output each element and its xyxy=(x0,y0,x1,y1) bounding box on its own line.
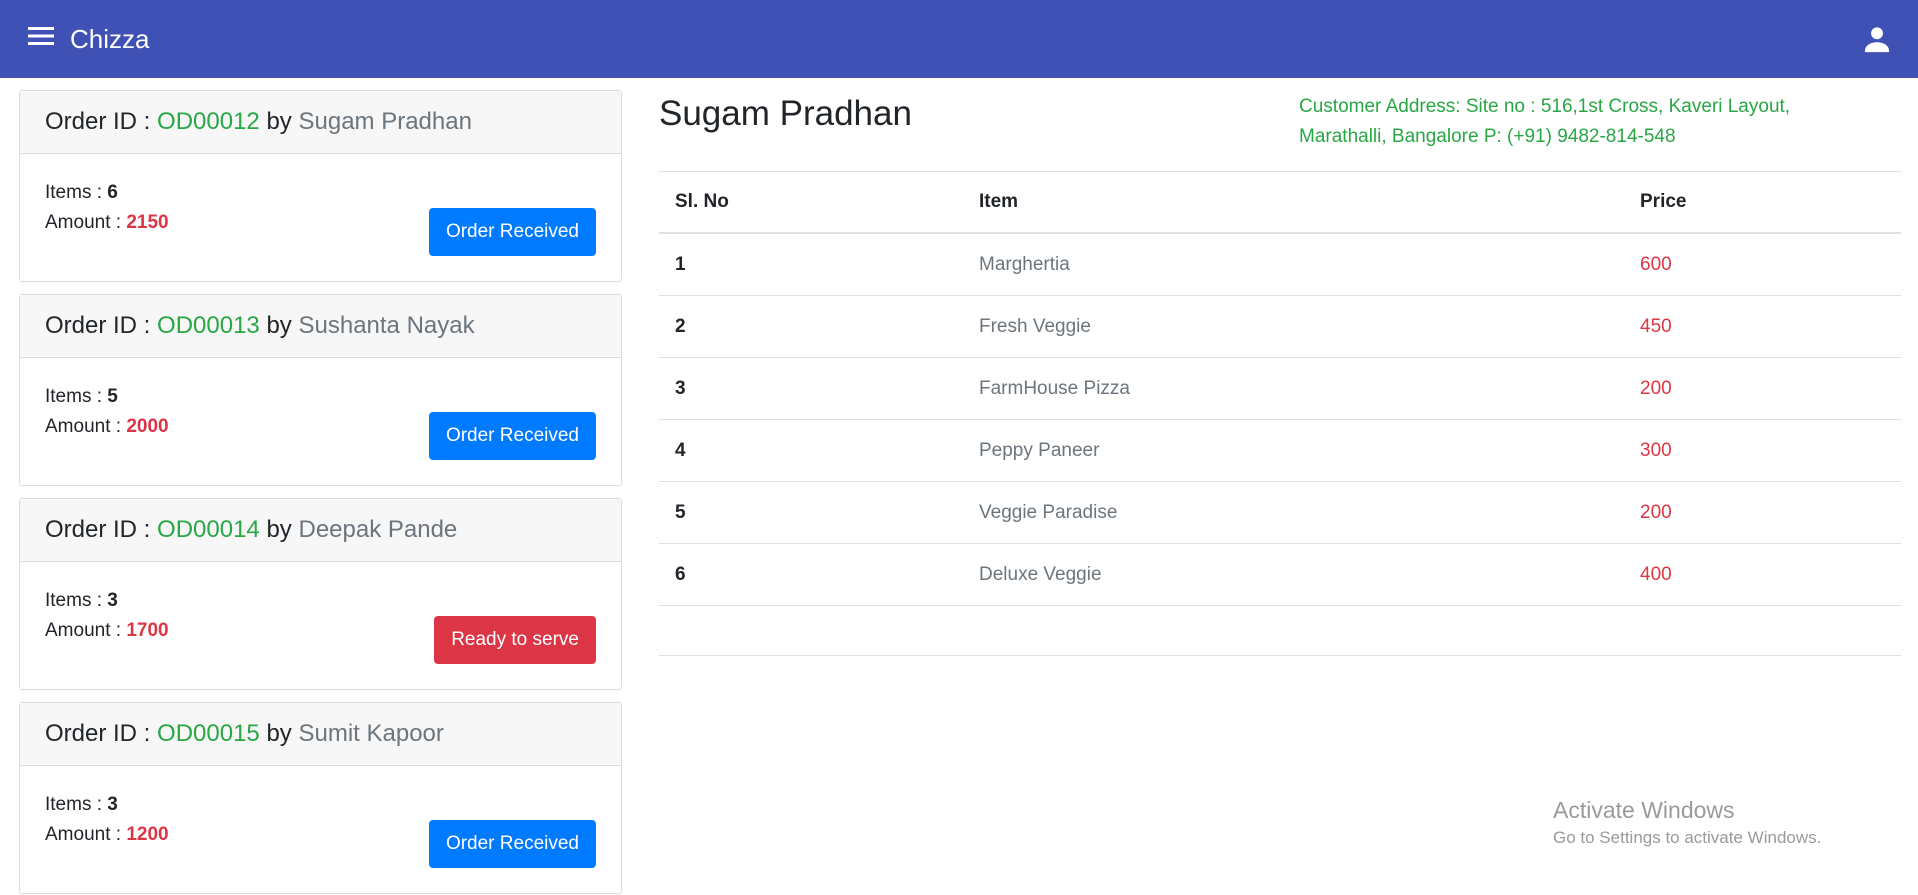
order-card-header: Order ID : OD00015 by Sumit Kapoor xyxy=(20,703,621,766)
watermark-subtitle: Go to Settings to activate Windows. xyxy=(1553,828,1822,847)
order-id: OD00012 xyxy=(157,108,260,135)
order-customer: Deepak Pande xyxy=(298,516,458,543)
order-by-label: by xyxy=(266,516,292,543)
order-card[interactable]: Order ID : OD00014 by Deepak Pande Items… xyxy=(19,498,622,690)
order-amount: Amount : 1200 xyxy=(45,824,169,846)
order-status-button[interactable]: Order Received xyxy=(428,820,596,868)
order-items: Items : 6 xyxy=(45,182,118,204)
order-status-button[interactable]: Order Received xyxy=(428,208,596,256)
menu-icon xyxy=(28,27,54,45)
order-id-label: Order ID : xyxy=(45,720,151,747)
items-label: Items : xyxy=(45,590,108,611)
order-card[interactable]: Order ID : OD00012 by Sugam Pradhan Item… xyxy=(19,90,622,282)
amount-value: 1200 xyxy=(126,824,169,845)
items-label: Items : xyxy=(45,794,108,815)
table-row: 2 Fresh Veggie 450 xyxy=(659,296,1901,358)
order-card-header: Order ID : OD00013 by Sushanta Nayak xyxy=(20,295,621,358)
cell-sl-no: 2 xyxy=(675,315,686,337)
cell-sl-no: 1 xyxy=(675,253,686,275)
order-by-label: by xyxy=(266,720,292,747)
column-header-price: Price xyxy=(1640,191,1687,212)
order-id: OD00014 xyxy=(157,516,260,543)
order-id-label: Order ID : xyxy=(45,108,151,135)
order-items-table: Sl. No Item Price 1 Marghertia 600 2 Fre… xyxy=(659,171,1901,656)
items-count: 5 xyxy=(107,386,118,407)
cell-price: 300 xyxy=(1640,439,1672,461)
amount-label: Amount : xyxy=(45,416,127,437)
cell-price: 200 xyxy=(1640,501,1672,523)
menu-button[interactable] xyxy=(28,26,62,52)
cell-sl-no: 6 xyxy=(675,563,686,585)
order-customer: Sumit Kapoor xyxy=(298,720,444,747)
cell-item: Deluxe Veggie xyxy=(979,563,1102,585)
order-card[interactable]: Order ID : OD00013 by Sushanta Nayak Ite… xyxy=(19,294,622,486)
items-label: Items : xyxy=(45,182,108,203)
table-header-row: Sl. No Item Price xyxy=(659,172,1901,234)
order-amount: Amount : 2000 xyxy=(45,416,169,438)
order-card-body: Items : 5 Amount : 2000 Order Received xyxy=(20,358,621,486)
order-amount: Amount : 2150 xyxy=(45,212,169,234)
amount-label: Amount : xyxy=(45,620,127,641)
table-row: 6 Deluxe Veggie 400 xyxy=(659,544,1901,606)
cell-item: Marghertia xyxy=(979,253,1070,275)
order-id: OD00015 xyxy=(157,720,260,747)
app-title: Chizza xyxy=(70,24,150,54)
order-customer: Sushanta Nayak xyxy=(298,312,475,339)
windows-activation-watermark: Activate Windows Go to Settings to activ… xyxy=(1553,795,1821,849)
watermark-title: Activate Windows xyxy=(1553,797,1735,823)
order-card-body: Items : 6 Amount : 2150 Order Received xyxy=(20,154,621,282)
detail-customer-name: Sugam Pradhan xyxy=(659,94,912,133)
cell-item: Veggie Paradise xyxy=(979,501,1118,523)
order-by-label: by xyxy=(266,108,292,135)
account-button[interactable] xyxy=(1860,22,1894,56)
cell-price: 200 xyxy=(1640,377,1672,399)
order-items: Items : 3 xyxy=(45,794,118,816)
cell-sl-no: 4 xyxy=(675,439,686,461)
order-id: OD00013 xyxy=(157,312,260,339)
order-items: Items : 5 xyxy=(45,386,118,408)
order-by-label: by xyxy=(266,312,292,339)
order-status-button[interactable]: Ready to serve xyxy=(434,616,596,664)
table-row: 3 FarmHouse Pizza 200 xyxy=(659,358,1901,420)
cell-price: 600 xyxy=(1640,253,1672,275)
order-card-body: Items : 3 Amount : 1200 Order Received xyxy=(20,766,621,894)
amount-label: Amount : xyxy=(45,824,127,845)
table-footer-spacer xyxy=(659,606,1901,656)
column-header-item: Item xyxy=(979,191,1019,212)
app-bar: Chizza xyxy=(0,0,1918,78)
amount-value: 2150 xyxy=(126,212,169,233)
account-icon xyxy=(1864,27,1890,53)
order-customer: Sugam Pradhan xyxy=(298,108,472,135)
table-row: 1 Marghertia 600 xyxy=(659,234,1901,296)
amount-value: 1700 xyxy=(126,620,169,641)
cell-item: Peppy Paneer xyxy=(979,439,1100,461)
items-count: 3 xyxy=(107,794,118,815)
order-card-body: Items : 3 Amount : 1700 Ready to serve xyxy=(20,562,621,690)
cell-price: 400 xyxy=(1640,563,1672,585)
order-card[interactable]: Order ID : OD00015 by Sumit Kapoor Items… xyxy=(19,702,622,894)
table-row: 4 Peppy Paneer 300 xyxy=(659,420,1901,482)
items-count: 6 xyxy=(107,182,118,203)
column-header-sl-no: Sl. No xyxy=(675,191,729,212)
order-amount: Amount : 1700 xyxy=(45,620,169,642)
order-id-label: Order ID : xyxy=(45,516,151,543)
order-items: Items : 3 xyxy=(45,590,118,612)
cell-price: 450 xyxy=(1640,315,1672,337)
customer-address: Customer Address: Site no : 516,1st Cros… xyxy=(1299,96,1791,147)
order-card-header: Order ID : OD00014 by Deepak Pande xyxy=(20,499,621,562)
order-id-label: Order ID : xyxy=(45,312,151,339)
order-list: Order ID : OD00012 by Sugam Pradhan Item… xyxy=(19,90,622,895)
items-count: 3 xyxy=(107,590,118,611)
cell-sl-no: 3 xyxy=(675,377,686,399)
order-status-button[interactable]: Order Received xyxy=(428,412,596,460)
cell-sl-no: 5 xyxy=(675,501,686,523)
cell-item: FarmHouse Pizza xyxy=(979,377,1130,399)
items-label: Items : xyxy=(45,386,108,407)
cell-item: Fresh Veggie xyxy=(979,315,1091,337)
table-row: 5 Veggie Paradise 200 xyxy=(659,482,1901,544)
amount-value: 2000 xyxy=(126,416,169,437)
order-card-header: Order ID : OD00012 by Sugam Pradhan xyxy=(20,91,621,154)
amount-label: Amount : xyxy=(45,212,127,233)
